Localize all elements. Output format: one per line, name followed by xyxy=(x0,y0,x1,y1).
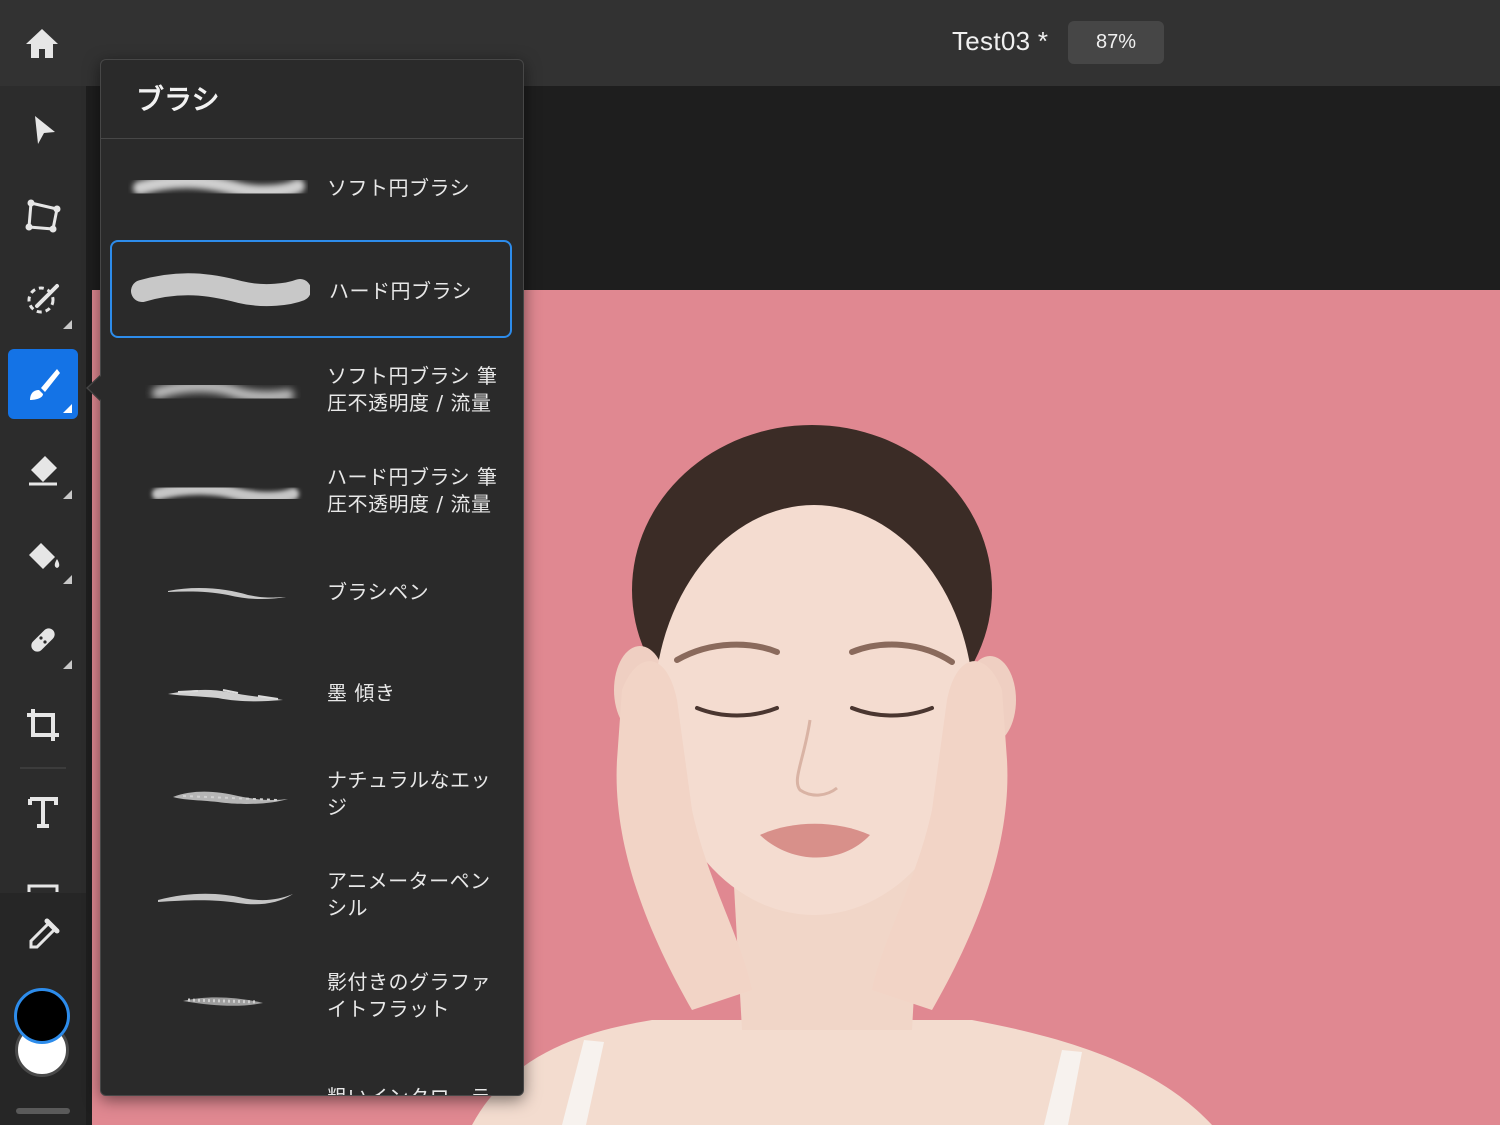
paint-bucket-icon[interactable] xyxy=(8,520,78,590)
brush-item-label: ソフト円ブラシ 筆圧不透明度 / 流量 xyxy=(327,364,498,415)
brush-item-animator-pencil[interactable]: アニメーターペンシル xyxy=(110,846,512,944)
foreground-color-swatch[interactable] xyxy=(14,988,70,1044)
brush-item-hard-round-pressure[interactable]: ハード円ブラシ 筆圧不透明度 / 流量 xyxy=(110,442,512,540)
brush-preview-icon xyxy=(152,482,299,504)
brush-preview-icon xyxy=(131,273,310,307)
brush-item-label: 影付きのグラファイトフラット xyxy=(327,970,491,1021)
submenu-indicator-icon xyxy=(63,320,72,329)
healing-icon[interactable] xyxy=(8,605,78,675)
image-icon[interactable] xyxy=(8,862,78,892)
brush-item-label: 粗いインクローラ xyxy=(327,1048,507,1096)
brush-item-label: ハード円ブラシ 筆圧不透明度 / 流量 xyxy=(327,465,498,516)
brush-item-hard-round[interactable]: ハード円ブラシ xyxy=(110,240,512,338)
brush-item-soft-round-pressure[interactable]: ソフト円ブラシ 筆圧不透明度 / 流量 xyxy=(110,341,512,439)
brush-preview-icon xyxy=(183,997,263,1006)
brush-preview-icon xyxy=(152,380,294,403)
brush-item-label: ハード円ブラシ xyxy=(329,278,473,303)
select-arrow-icon[interactable] xyxy=(8,95,78,165)
brush-item-label: 墨 傾き xyxy=(327,680,396,705)
submenu-indicator-icon xyxy=(63,490,72,499)
crop-icon[interactable] xyxy=(8,690,78,760)
brush-item-natural-edge[interactable]: ナチュラルなエッジ xyxy=(110,745,512,843)
brush-icon[interactable] xyxy=(8,349,78,419)
eyedropper-icon[interactable] xyxy=(8,900,78,970)
brush-item-brush-pen[interactable]: ブラシペン xyxy=(110,543,512,641)
brush-item-soft-round[interactable]: ソフト円ブラシ xyxy=(110,139,512,237)
eraser-icon[interactable] xyxy=(8,435,78,505)
transform-icon[interactable] xyxy=(8,180,78,250)
toolbar-divider xyxy=(20,767,66,769)
brush-item-graphite-flat[interactable]: 影付きのグラファイトフラット xyxy=(110,947,512,1045)
brush-panel-header: ブラシ xyxy=(101,60,523,139)
submenu-indicator-icon xyxy=(63,660,72,669)
brush-panel-title: ブラシ xyxy=(136,83,220,116)
home-icon[interactable] xyxy=(22,24,62,64)
quick-select-icon[interactable] xyxy=(8,265,78,335)
panel-pointer-fill xyxy=(88,376,101,400)
brush-item-sumi-tilt[interactable]: 墨 傾き xyxy=(110,644,512,742)
brush-item-label: ナチュラルなエッジ xyxy=(327,768,491,819)
brush-preview-icon xyxy=(168,689,283,702)
toolbar-handle[interactable] xyxy=(16,1108,70,1114)
brush-item-label: アニメーターペンシル xyxy=(327,869,491,920)
brush-preview-icon xyxy=(168,588,286,600)
submenu-indicator-icon xyxy=(63,575,72,584)
brush-panel: ブラシ ソフト円ブラシ ハード円ブラシ ソフト円ブラシ 筆圧不透明度 / 流量 … xyxy=(100,59,524,1096)
brush-item-label: ソフト円ブラシ xyxy=(327,175,471,200)
document-title: Test03 * xyxy=(952,26,1049,56)
brush-item-label: ブラシペン xyxy=(327,579,430,604)
zoom-level-button[interactable]: 87% xyxy=(1068,21,1164,64)
brush-preview-icon xyxy=(133,174,305,200)
brush-preview-icon xyxy=(173,791,288,804)
brush-preview-icon xyxy=(128,1072,308,1096)
submenu-indicator-icon xyxy=(63,404,72,413)
type-icon[interactable] xyxy=(8,777,78,847)
brush-item-ink-roller[interactable]: 粗いインクローラ xyxy=(110,1048,512,1096)
brush-preview-icon xyxy=(158,893,293,905)
